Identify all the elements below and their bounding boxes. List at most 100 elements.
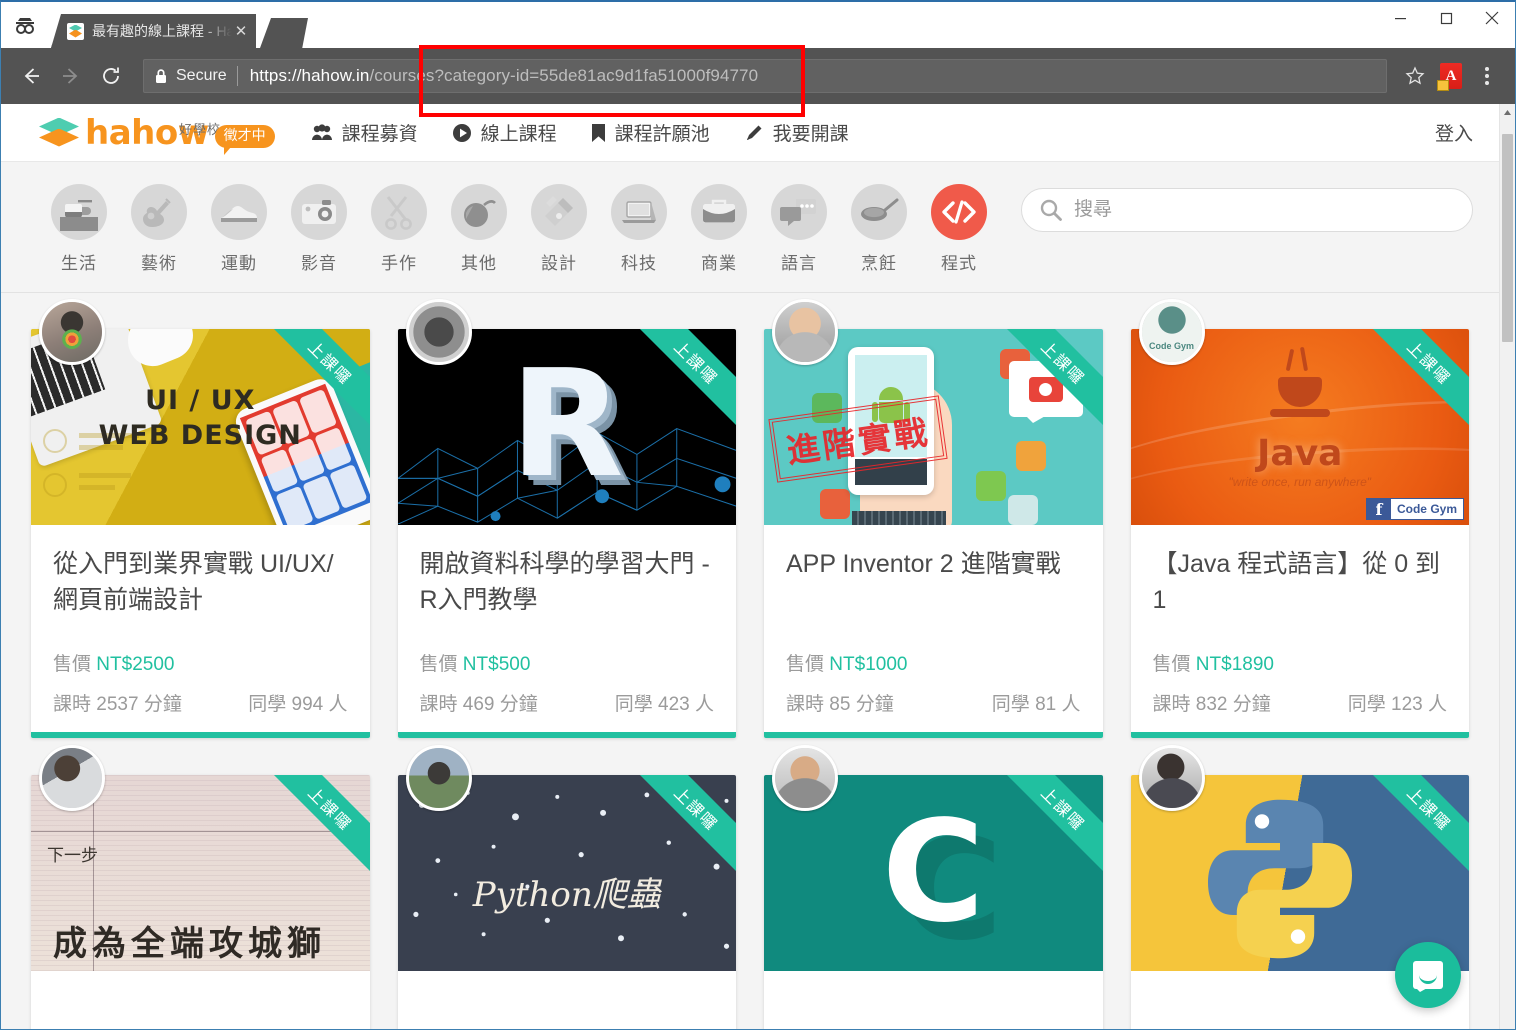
page-scrollbar[interactable] [1499,104,1515,1029]
category-label: 程式 [941,254,977,273]
play-circle-icon [452,123,472,143]
instructor-avatar[interactable] [405,299,472,365]
bomb-icon [451,184,507,240]
category-item-business[interactable]: 商業 [679,184,759,274]
nav-item-online-courses[interactable]: 線上課程 [452,119,557,146]
instructor-avatar[interactable] [772,299,838,365]
browser-toolbar: Secure https://hahow.in/courses?category… [1,48,1515,104]
course-card[interactable]: Python爬蟲 上課囉 [397,745,737,1029]
instructor-avatar[interactable]: Code Gym [1138,299,1205,365]
category-item-language[interactable]: 語言 [759,184,839,274]
category-label: 運動 [221,254,257,273]
tab-close-icon[interactable]: ✕ [232,24,250,39]
bookmark-star-icon[interactable] [1397,58,1433,94]
reload-button[interactable] [91,56,131,96]
url-path: /courses?category-id=55de81ac9d1fa51000f… [369,66,759,85]
price-label: 售價 [419,654,458,675]
scrollbar-thumb[interactable] [1502,134,1513,342]
category-label: 烹飪 [861,254,897,273]
chat-launcher-button[interactable] [1395,942,1461,1008]
browser-tab[interactable]: 最有趣的線上課程 - Haho ✕ [51,14,256,48]
category-bar: 生活 藝術 運動 影音 手作 其他 設計 科技 商業 語言 烹飪 程式 搜尋 [1,162,1499,293]
course-card[interactable]: Java "write once, run anywhere" f Code G… [1130,299,1470,738]
scissors-icon [371,184,427,240]
search-input[interactable] [1074,199,1454,221]
maximize-button[interactable] [1423,2,1469,34]
category-list: 生活 藝術 運動 影音 手作 其他 設計 科技 商業 語言 烹飪 程式 [39,184,999,274]
url-text: https://hahow.in/courses?category-id=55d… [250,66,758,86]
course-meta: 課時 2537 分鐘 同學 994 人 [53,689,348,732]
instructor-avatar[interactable] [772,745,838,811]
main-nav: 課程募資 線上課程 課程許願池 我要開課 [311,119,849,146]
minimize-button[interactable] [1377,2,1423,34]
course-duration: 課時 469 分鐘 [419,694,538,715]
search-box[interactable] [1021,188,1473,232]
category-item-art[interactable]: 藝術 [119,184,199,274]
course-meta: 課時 85 分鐘 同學 81 人 [786,689,1081,732]
hiring-badge[interactable]: 徵才中 [214,125,275,156]
instructor-avatar[interactable] [39,299,105,365]
category-item-tech[interactable]: 科技 [599,184,679,274]
guitar-icon [131,184,187,240]
category-item-programming[interactable]: 程式 [919,184,999,274]
site-header: hahow 好學校 徵才中 課程募資 線上課程 課程許願池 我要開課 登入 [1,104,1499,162]
price-amount: NT$1000 [829,654,908,675]
login-link[interactable]: 登入 [1435,124,1473,145]
course-title [1153,993,1448,1029]
category-item-handmade[interactable]: 手作 [359,184,439,274]
nav-item-teach[interactable]: 我要開課 [744,119,849,146]
course-card[interactable]: 下一步 成為全端攻城獅 上課囉 [31,745,370,1029]
thumb-subhead: 下一步 [47,846,98,866]
close-button[interactable] [1469,2,1515,34]
category-item-cooking[interactable]: 烹飪 [839,184,919,274]
course-card[interactable]: R 上課囉 開啟資料科學的學習大門 - R入門教學 售價 NT$500 課時 4… [397,299,736,738]
course-info: 【Java 程式語言】從 0 到 1 售價 NT$1890 課時 832 分鐘 … [1131,525,1470,732]
nav-item-funding[interactable]: 課程募資 [311,119,418,146]
omnibox-divider [236,66,238,86]
web-page: hahow 好學校 徵才中 課程募資 線上課程 課程許願池 我要開課 登入 生活… [1,104,1499,1029]
course-progress-bar [764,732,1103,738]
category-label: 生活 [61,254,97,273]
course-title: APP Inventor 2 進階實戰 [786,550,1061,578]
nav-label: 我要開課 [772,124,849,145]
nav-item-wishlist[interactable]: 課程許願池 [591,119,710,146]
search-icon [1040,199,1062,221]
category-item-life[interactable]: 生活 [39,184,119,274]
course-card[interactable]: UI / UX WEB DESIGN 上課囉 從入門到業界實戰 UI/UX/網頁… [31,299,370,738]
course-title [786,993,1081,1029]
category-label: 藝術 [141,254,177,273]
course-title [53,993,348,1029]
site-logo[interactable]: hahow 好學校 徵才中 [39,116,275,156]
category-item-other[interactable]: 其他 [439,184,519,274]
category-item-design[interactable]: 設計 [519,184,599,274]
course-price: 售價 NT$1000 [786,649,1081,676]
address-bar[interactable]: Secure https://hahow.in/courses?category… [143,59,1387,93]
facebook-badge: f Code Gym [1365,498,1464,520]
category-item-video[interactable]: 影音 [279,184,359,274]
facebook-icon: f [1366,499,1391,519]
pen-ruler-icon [531,184,587,240]
course-progress-bar [31,732,370,738]
nav-label: 課程募資 [341,124,418,145]
instructor-avatar[interactable] [1138,745,1205,811]
extension-icon[interactable]: A [1433,58,1469,94]
course-price: 售價 NT$500 [420,649,715,676]
course-card[interactable]: C 上課囉 [764,745,1103,1029]
scroll-up-arrow[interactable] [1500,104,1515,121]
category-label: 手作 [381,254,417,273]
course-progress-bar [397,732,736,738]
pencil-icon [744,123,764,143]
chrome-menu-button[interactable] [1469,58,1505,94]
category-label: 設計 [541,254,577,273]
course-card[interactable]: 進階實戰 上課囉 APP Inventor 2 進階實戰 售價 NT$1000 [764,299,1103,738]
new-tab-button[interactable] [260,18,308,48]
chat-bubble-icon [1413,961,1443,992]
instructor-avatar[interactable] [405,745,472,811]
course-duration: 課時 832 分鐘 [1152,694,1271,715]
category-item-sport[interactable]: 運動 [199,184,279,274]
instructor-avatar[interactable] [39,745,105,811]
category-label: 影音 [301,254,337,273]
back-button[interactable] [11,56,51,96]
course-info [398,971,737,1029]
forward-button[interactable] [51,56,91,96]
